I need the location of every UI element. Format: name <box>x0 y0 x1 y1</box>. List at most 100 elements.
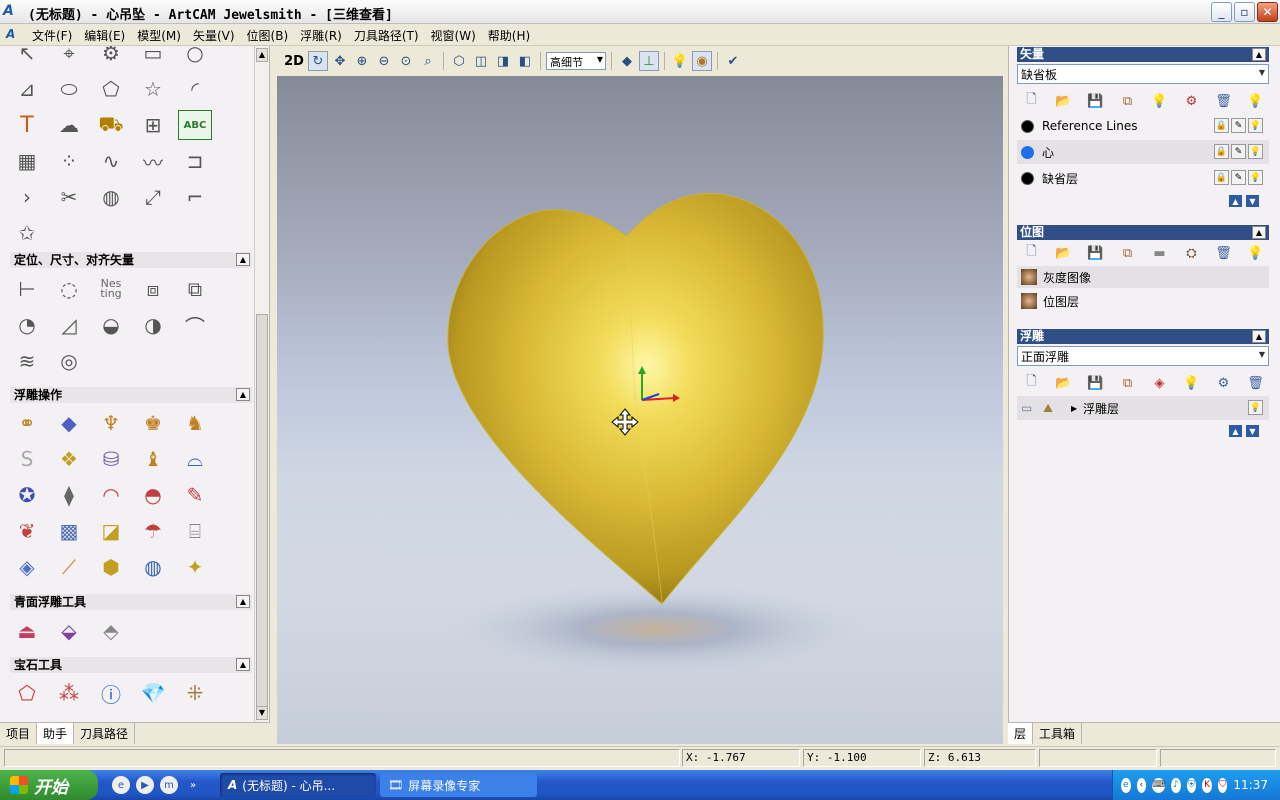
sculpt-icon[interactable]: ✎ <box>178 480 212 510</box>
fillet-icon[interactable]: ⌐ <box>178 182 212 212</box>
slice-icon[interactable]: ⟋ <box>52 552 86 582</box>
smooth-icon[interactable]: ∿ <box>94 146 128 176</box>
intersect-icon[interactable]: ◒ <box>94 310 128 340</box>
new-layer-icon[interactable]: 🗋 <box>1021 244 1042 262</box>
move-up-icon[interactable]: ▲ <box>1229 425 1242 437</box>
bezel-icon[interactable]: ⌓ <box>178 444 212 474</box>
tab-assistant[interactable]: 助手 <box>37 723 75 744</box>
tray-shield-icon[interactable]: ⛨ <box>1186 777 1197 793</box>
extend-icon[interactable]: ⤢ <box>136 182 170 212</box>
iso-view-icon[interactable]: ⬡ <box>449 51 469 71</box>
tray-antivirus-icon[interactable]: K <box>1202 777 1212 793</box>
texture-icon[interactable]: ≋ <box>10 346 44 376</box>
join-icon[interactable]: ⊞ <box>136 110 170 140</box>
cylinder-relief-icon[interactable]: ⌸ <box>178 516 212 546</box>
section-gem-tools[interactable]: 宝石工具 ▲ <box>10 657 252 673</box>
copy-icon[interactable]: ⧉ <box>178 274 212 304</box>
menu-toolpath[interactable]: 刀具路径(T) <box>348 27 425 44</box>
lock-icon[interactable]: 🔒 <box>1214 144 1229 159</box>
pen-icon[interactable]: ✎ <box>1231 170 1246 185</box>
relief-settings-icon[interactable]: ⚙ <box>1213 374 1234 392</box>
close-button[interactable]: ✕ <box>1257 2 1278 22</box>
scroll-down-icon[interactable]: ▼ <box>256 706 268 720</box>
vector-layer-row[interactable]: 缺省层 🔒 ✎ 💡 <box>1017 166 1269 190</box>
grayscale-icon[interactable]: ▬ <box>1149 244 1170 262</box>
shape-editor-icon[interactable]: ⚭ <box>10 408 44 438</box>
gem-array-icon[interactable]: ⁜ <box>178 678 212 708</box>
merge-layers-icon[interactable]: ◈ <box>1149 374 1170 392</box>
relief-combine-icon[interactable]: ⛰ <box>1043 401 1071 416</box>
prism-icon[interactable]: ⬙ <box>52 616 86 646</box>
shank-icon[interactable]: ♝ <box>136 444 170 474</box>
tab-toolbox[interactable]: 工具箱 <box>1033 723 1083 744</box>
ie-icon[interactable]: e <box>112 776 130 794</box>
extrude-icon[interactable]: ◆ <box>52 408 86 438</box>
move-up-icon[interactable]: ▲ <box>1229 195 1242 207</box>
section-relief-operations[interactable]: 浮雕操作 ▲ <box>10 387 252 403</box>
layer-color-icon[interactable] <box>1021 171 1034 185</box>
menu-window[interactable]: 视窗(W) <box>425 27 482 44</box>
taskbar-item-artcam[interactable]: A (无标题) - 心吊... <box>220 773 376 797</box>
zoom-box-icon[interactable]: ⌕ <box>418 51 438 71</box>
zoom-fit-icon[interactable]: ⊙ <box>396 51 416 71</box>
weave-icon[interactable]: ◠ <box>94 480 128 510</box>
save-icon[interactable]: 💾 <box>1085 244 1106 262</box>
scrollbar-thumb[interactable] <box>256 314 268 714</box>
nesting-icon[interactable]: Nes ting <box>94 274 128 304</box>
subtract-icon[interactable]: ◿ <box>52 310 86 340</box>
new-layer-icon[interactable]: 🗋 <box>1021 92 1042 110</box>
bitmaps-header[interactable]: 位图 ▲ <box>1017 225 1269 240</box>
spin-icon[interactable]: ♚ <box>136 408 170 438</box>
material-icon[interactable]: ◉ <box>692 51 712 71</box>
section-bas-relief-tools[interactable]: 青面浮雕工具 ▲ <box>10 594 252 610</box>
tab-project[interactable]: 项目 <box>0 723 38 744</box>
import-icon[interactable]: ⧉ <box>1117 244 1138 262</box>
dome-icon[interactable]: ◓ <box>136 480 170 510</box>
texture-relief-icon[interactable]: ▩ <box>52 516 86 546</box>
move-down-icon[interactable]: ▼ <box>1246 425 1259 437</box>
render-quality-select[interactable]: 高细节 <box>546 52 606 70</box>
open-folder-icon[interactable]: 📂 <box>1053 92 1074 110</box>
collapse-icon[interactable]: ▲ <box>236 253 250 266</box>
2d-view-button[interactable]: 2D <box>282 51 306 71</box>
new-layer-icon[interactable]: 🗋 <box>1021 374 1042 392</box>
ring-icon[interactable]: ⛁ <box>94 444 128 474</box>
visibility-icon[interactable]: 💡 <box>1149 92 1170 110</box>
bulb-icon[interactable]: 💡 <box>1248 144 1263 159</box>
collapse-icon[interactable]: ▲ <box>236 658 250 671</box>
tray-speaker-icon[interactable]: ♪ <box>1171 777 1181 793</box>
all-visible-icon[interactable]: 💡 <box>1245 244 1266 262</box>
bulb-icon[interactable]: 💡 <box>1248 400 1263 415</box>
grid-icon[interactable]: ▦ <box>10 146 44 176</box>
arc-icon[interactable]: ◜ <box>178 74 212 104</box>
light-icon[interactable]: 💡 <box>670 51 690 71</box>
pan-icon[interactable]: ✥ <box>330 51 350 71</box>
transform-icon[interactable]: ⚙ <box>94 46 128 68</box>
gem-outline-icon[interactable]: ⬠ <box>10 678 44 708</box>
trace-icon[interactable]: ☁ <box>52 110 86 140</box>
merge-icon[interactable]: ◑ <box>136 310 170 340</box>
collapse-icon[interactable]: ▲ <box>1252 330 1266 343</box>
gem-cluster-icon[interactable]: ⁂ <box>52 678 86 708</box>
taskbar-item-recorder[interactable]: 🎞 屏幕录像专家 <box>380 773 537 797</box>
menu-edit[interactable]: 编辑(E) <box>78 27 131 44</box>
tray-back-icon[interactable]: ‹ <box>1136 777 1147 793</box>
draw-plane-icon[interactable]: ◆ <box>617 51 637 71</box>
pyramid-gray-icon[interactable]: ⬘ <box>94 616 128 646</box>
pyramid-icon[interactable]: ⏏ <box>10 616 44 646</box>
zoom-in-icon[interactable]: ⊕ <box>352 51 372 71</box>
menu-model[interactable]: 模型(M) <box>131 27 187 44</box>
vectors-header[interactable]: 矢量 ▲ <box>1017 47 1269 62</box>
offset-icon[interactable]: ⊐ <box>178 146 212 176</box>
save-icon[interactable]: 💾 <box>1085 374 1106 392</box>
tray-network-icon[interactable]: ⌨ <box>1152 777 1166 793</box>
lock-icon[interactable]: 🔒 <box>1214 170 1229 185</box>
scroll-up-icon[interactable]: ▲ <box>256 48 268 62</box>
tab-toolpaths[interactable]: 刀具路径 <box>74 723 136 744</box>
import-icon[interactable]: ⧉ <box>1117 374 1138 392</box>
globe-icon[interactable]: ◍ <box>136 552 170 582</box>
pen-icon[interactable]: ✎ <box>1231 144 1246 159</box>
move-down-icon[interactable]: ▼ <box>1246 195 1259 207</box>
bulb-icon[interactable]: 💡 <box>1248 118 1263 133</box>
section-position-size-align[interactable]: 定位、尺寸、对齐矢量 ▲ <box>10 252 252 268</box>
